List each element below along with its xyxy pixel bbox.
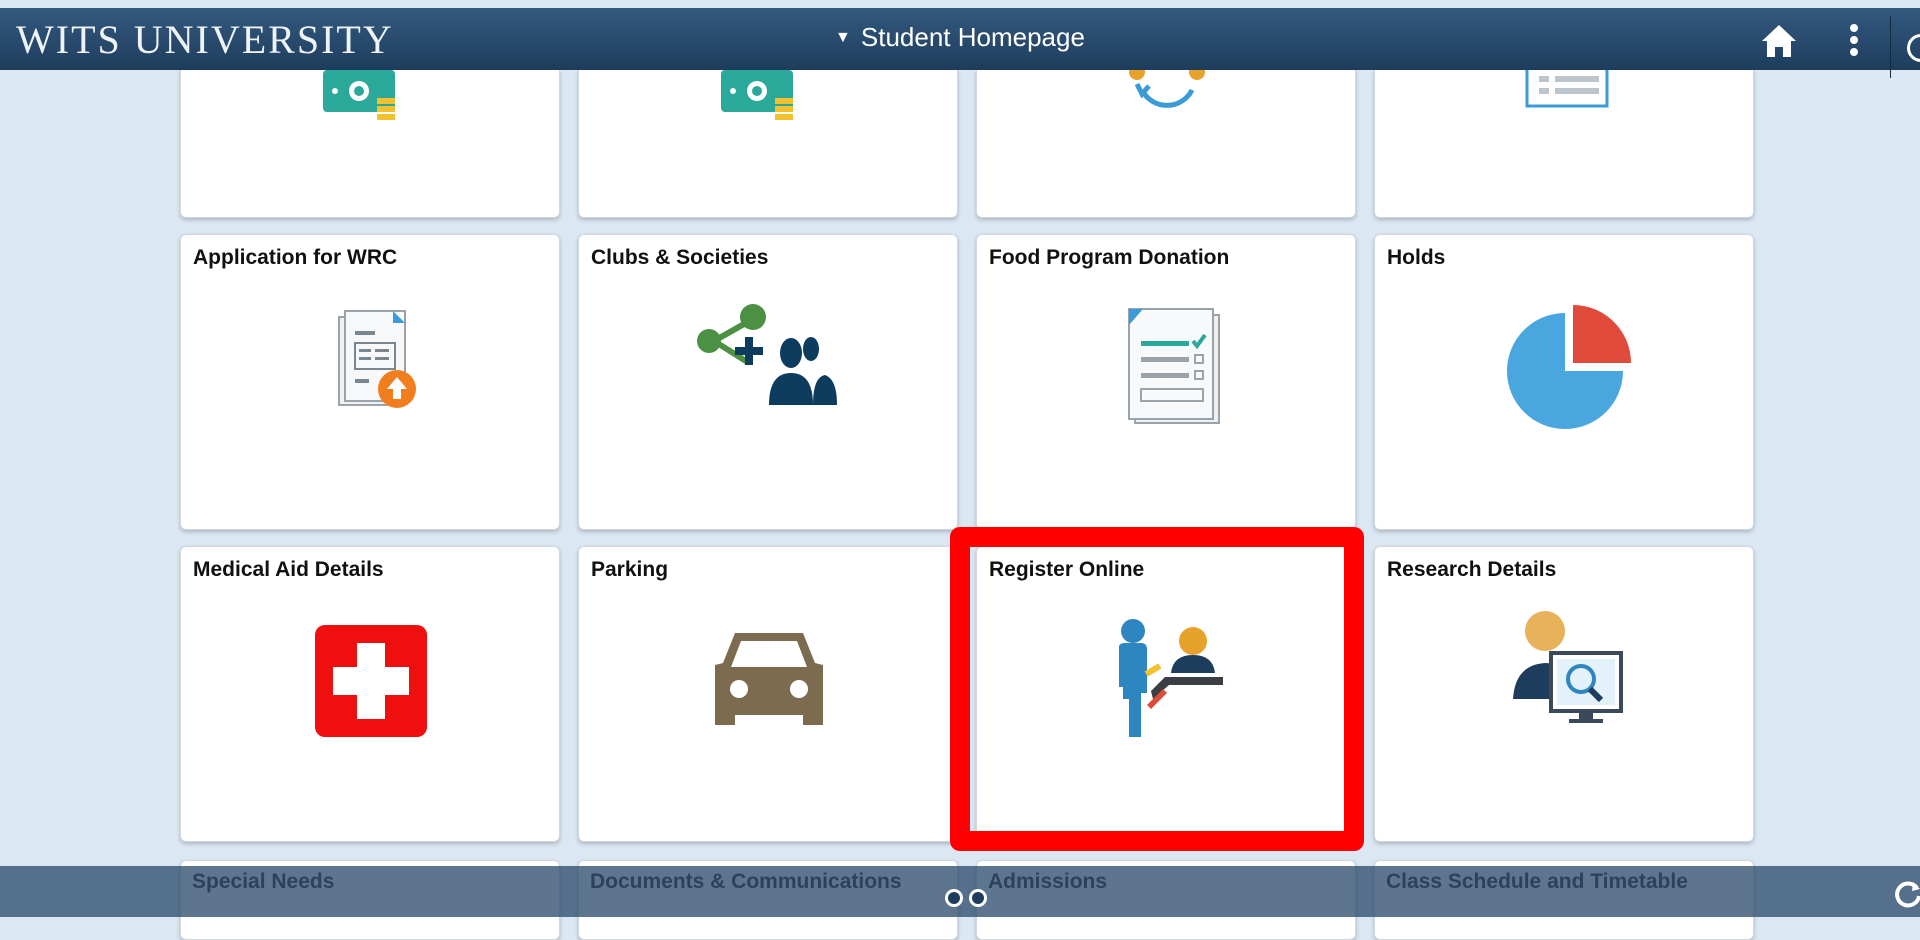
top-banner: WITS UNIVERSITY ▼ Student Homepage — [0, 8, 1920, 78]
money-icon — [699, 70, 839, 160]
car-icon — [699, 607, 839, 747]
tile-parking[interactable]: Parking — [578, 546, 958, 842]
list-icon — [1495, 70, 1635, 160]
page-dots — [945, 889, 993, 912]
tile-food-program-donation[interactable]: Food Program Donation — [976, 234, 1356, 530]
people-exchange-icon — [1097, 70, 1237, 160]
tile-medical-aid-details[interactable]: Medical Aid Details — [180, 546, 560, 842]
refresh-icon[interactable] — [1893, 878, 1920, 908]
tile-clubs-societies[interactable]: Clubs & Societies — [578, 234, 958, 530]
tile-label: Documents & Communications — [590, 870, 902, 893]
checklist-document-icon — [1097, 295, 1237, 435]
page-title-dropdown[interactable]: ▼ Student Homepage — [0, 22, 1920, 53]
tile-holds[interactable]: Holds — [1374, 234, 1754, 530]
pie-chart-icon — [1495, 295, 1635, 435]
tile-label: Food Program Donation — [989, 246, 1230, 269]
page-dot-1[interactable] — [945, 889, 963, 907]
tile-partial[interactable] — [1374, 70, 1754, 218]
highlight-frame — [950, 527, 1364, 851]
tile-partial[interactable] — [976, 70, 1356, 218]
tile-label: Research Details — [1387, 558, 1557, 581]
tile-research-details[interactable]: Research Details — [1374, 546, 1754, 842]
home-icon[interactable] — [1760, 22, 1798, 60]
tile-partial[interactable] — [578, 70, 958, 218]
tile-label: Parking — [591, 558, 669, 581]
tile-label: Clubs & Societies — [591, 246, 769, 269]
notifications-button[interactable] — [1890, 16, 1920, 78]
tile-label: Admissions — [988, 870, 1108, 893]
money-icon — [301, 70, 441, 160]
medical-cross-icon — [301, 607, 441, 747]
document-upload-icon — [301, 295, 441, 435]
circle-icon — [1907, 34, 1920, 62]
page-dot-2[interactable] — [969, 889, 987, 907]
tile-label: Class Schedule and Timetable — [1386, 870, 1688, 893]
tile-label: Application for WRC — [193, 246, 398, 269]
tile-label: Holds — [1387, 246, 1446, 269]
tile-partial[interactable] — [180, 70, 560, 218]
vertical-dots-icon[interactable] — [1840, 20, 1868, 60]
page-title-label: Student Homepage — [860, 22, 1085, 52]
pagination-bar: Special Needs Documents & Communications… — [0, 866, 1920, 917]
person-magnifier-icon — [1495, 607, 1635, 747]
share-people-icon — [697, 295, 839, 435]
tile-application-for-wrc[interactable]: Application for WRC — [180, 234, 560, 530]
caret-down-icon: ▼ — [835, 29, 851, 46]
tile-label: Medical Aid Details — [193, 558, 384, 581]
tile-label: Special Needs — [192, 870, 335, 893]
